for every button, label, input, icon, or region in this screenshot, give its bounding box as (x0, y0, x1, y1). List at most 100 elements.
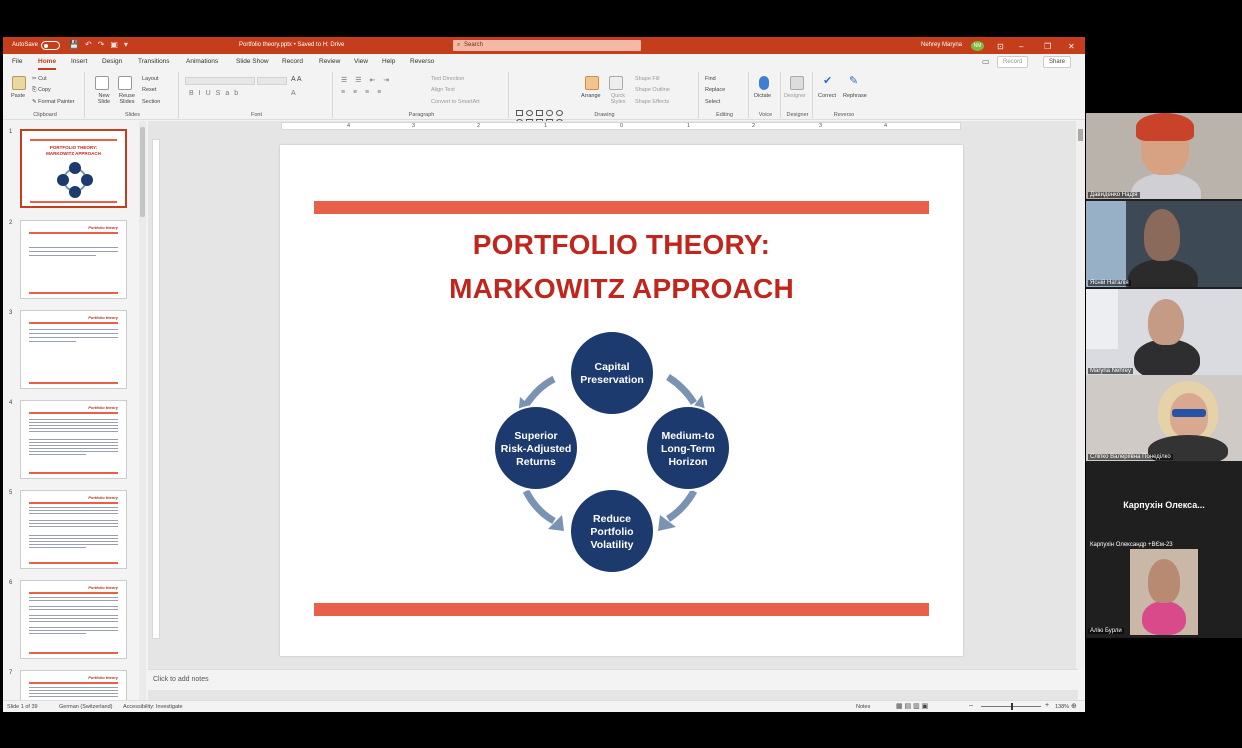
language-indicator[interactable]: German (Switzerland) (59, 704, 113, 710)
layout-button[interactable]: Layout (142, 76, 159, 82)
quick-access-icons[interactable]: 💾↶↷▣▾ (69, 40, 134, 49)
participant-tile-5[interactable]: Карпухін Олекса... Карпухін Олександр +В… (1086, 463, 1242, 549)
shape-fill-button[interactable]: Shape Fill (635, 76, 659, 82)
designer-label[interactable]: Designer (784, 93, 806, 99)
accessibility-status[interactable]: Accessibility: Investigate (123, 704, 183, 710)
correct-label[interactable]: Correct (818, 93, 836, 99)
minimize-icon[interactable]: – (1019, 42, 1023, 51)
paste-label[interactable]: Paste (11, 93, 25, 99)
vertical-ruler[interactable] (152, 139, 160, 639)
close-icon[interactable]: ✕ (1068, 42, 1075, 51)
record-button[interactable]: Record (997, 56, 1029, 68)
tab-animations[interactable]: Animations (186, 58, 218, 65)
fit-slide-icon[interactable]: ⊕ (1071, 702, 1077, 710)
list-icons[interactable]: ☰ ☰ ⇤ ⇥ (341, 76, 392, 84)
select-button[interactable]: Select (705, 99, 720, 105)
section-button[interactable]: Section (142, 99, 160, 105)
tab-help[interactable]: Help (382, 58, 395, 65)
editor-scrollbar[interactable] (1076, 121, 1085, 669)
font-format-icons[interactable]: BIUSab (189, 90, 243, 97)
zoom-out-icon[interactable]: – (969, 702, 973, 709)
participant-tile-3[interactable]: Maryna Nehrey (1086, 289, 1242, 375)
rephrase-icon[interactable]: ✎ (849, 74, 858, 87)
reuse-slides-icon[interactable] (118, 76, 132, 90)
slide-thumbnail-2[interactable]: Portfolio theory (20, 220, 127, 299)
notes-placeholder[interactable]: Click to add notes (153, 676, 209, 683)
slide-canvas[interactable]: PORTFOLIO THEORY: MARKOWITZ APPROACH Cap… (280, 145, 963, 656)
autosave-toggle[interactable] (41, 41, 60, 50)
font-size-grow-icon[interactable]: A A (291, 76, 302, 83)
notes-button[interactable]: Notes (856, 704, 870, 710)
format-painter-button[interactable]: ✎ Format Painter (32, 99, 75, 105)
participant-tile-2[interactable]: Ясній Наталія (1086, 201, 1242, 287)
view-icons[interactable]: ▦ ▤ ▥ ▣ (896, 702, 928, 710)
cycle-diagram[interactable]: Capital Preservation Medium-to Long-Term… (480, 325, 744, 580)
cut-button[interactable]: ✂ Cut (32, 76, 47, 82)
comments-icon[interactable]: ▭ (982, 57, 990, 66)
reuse-slides-label[interactable]: Reuse Slides (115, 93, 139, 105)
slide-thumbnail-3[interactable]: Portfolio theory (20, 310, 127, 389)
circle-reduce-portfolio-volatility[interactable]: Reduce Portfolio Volatility (569, 488, 655, 574)
tab-view[interactable]: View (354, 58, 368, 65)
microphone-icon[interactable] (759, 76, 769, 90)
align-text-button[interactable]: Align Text (431, 87, 455, 93)
tab-transitions[interactable]: Transitions (138, 58, 170, 65)
dictate-label[interactable]: Dictate (754, 93, 771, 99)
document-title[interactable]: Portfolio theory.pptx • Saved to H: Driv… (239, 42, 344, 48)
shape-effects-button[interactable]: Shape Effects (635, 99, 669, 105)
quick-styles-icon[interactable] (609, 76, 623, 90)
font-color-icon[interactable]: A (291, 90, 296, 97)
ribbon-display-icon[interactable]: ⊡ (997, 42, 1004, 51)
text-direction-button[interactable]: Text Direction (431, 76, 464, 82)
slide-thumbnail-1[interactable]: PORTFOLIO THEORY: MARKOWITZ APPROACH (20, 129, 127, 208)
tab-insert[interactable]: Insert (71, 58, 87, 65)
maximize-icon[interactable]: ❐ (1044, 42, 1051, 51)
replace-button[interactable]: Replace (705, 87, 725, 93)
zoom-slider[interactable] (981, 703, 1041, 710)
arrange-icon[interactable] (585, 76, 599, 90)
horizontal-ruler[interactable]: 4 3 2 1 0 1 2 3 4 (281, 122, 961, 130)
tab-design[interactable]: Design (102, 58, 122, 65)
slide-title-line1[interactable]: PORTFOLIO THEORY: (280, 229, 963, 261)
new-slide-icon[interactable] (95, 76, 109, 90)
convert-smartart-button[interactable]: Convert to SmartArt (431, 99, 480, 105)
correct-icon[interactable]: ✔ (823, 74, 832, 87)
align-icons[interactable]: ≡ ≡ ≡ ≡ (341, 89, 384, 96)
new-slide-label[interactable]: New Slide (93, 93, 115, 105)
slide-thumbnail-4[interactable]: Portfolio theory (20, 400, 127, 479)
zoom-level[interactable]: 138% (1055, 704, 1069, 710)
quick-styles-label[interactable]: Quick Styles (607, 93, 629, 105)
tab-review[interactable]: Review (319, 58, 340, 65)
find-button[interactable]: Find (705, 76, 716, 82)
notes-pane[interactable]: Click to add notes (148, 669, 1078, 690)
designer-icon[interactable] (790, 76, 804, 90)
participant-tile-4[interactable]: Сліпко Валеріївна Понедiлко (1086, 375, 1242, 461)
reset-button[interactable]: Reset (142, 87, 156, 93)
slide-title-line2[interactable]: MARKOWITZ APPROACH (280, 273, 963, 305)
user-avatar[interactable]: NM (971, 41, 984, 51)
slide-thumbnail-6[interactable]: Portfolio theory (20, 580, 127, 659)
thumbnail-scrollbar[interactable] (139, 121, 146, 706)
shape-outline-button[interactable]: Shape Outline (635, 87, 670, 93)
tab-reverso[interactable]: Reverso (410, 58, 434, 65)
font-name-select[interactable] (185, 77, 255, 85)
copy-button[interactable]: ⎘ Copy (32, 87, 51, 94)
tab-slide-show[interactable]: Slide Show (236, 58, 269, 65)
participant-tile-1[interactable]: Давиденко Надія (1086, 113, 1242, 199)
font-size-select[interactable] (257, 77, 287, 85)
rephrase-label[interactable]: Rephrase (843, 93, 867, 99)
participant-tile-6[interactable]: Алію Бурли (1086, 549, 1242, 635)
arrange-label[interactable]: Arrange (581, 93, 601, 99)
zoom-in-icon[interactable]: + (1045, 702, 1049, 709)
slide-thumbnail-5[interactable]: Portfolio theory (20, 490, 127, 569)
tab-file[interactable]: File (12, 58, 22, 65)
circle-superior-risk-adjusted-returns[interactable]: Superior Risk-Adjusted Returns (493, 405, 579, 491)
user-name[interactable]: Nehrey Maryna (921, 42, 962, 48)
circle-capital-preservation[interactable]: Capital Preservation (569, 330, 655, 416)
paste-icon[interactable] (12, 76, 26, 90)
share-button[interactable]: Share (1043, 56, 1072, 68)
tab-home[interactable]: Home (38, 58, 57, 70)
circle-medium-long-term-horizon[interactable]: Medium-to Long-Term Horizon (645, 405, 731, 491)
tab-record[interactable]: Record (282, 58, 303, 65)
search-input[interactable]: ⌕ Search (453, 40, 641, 51)
